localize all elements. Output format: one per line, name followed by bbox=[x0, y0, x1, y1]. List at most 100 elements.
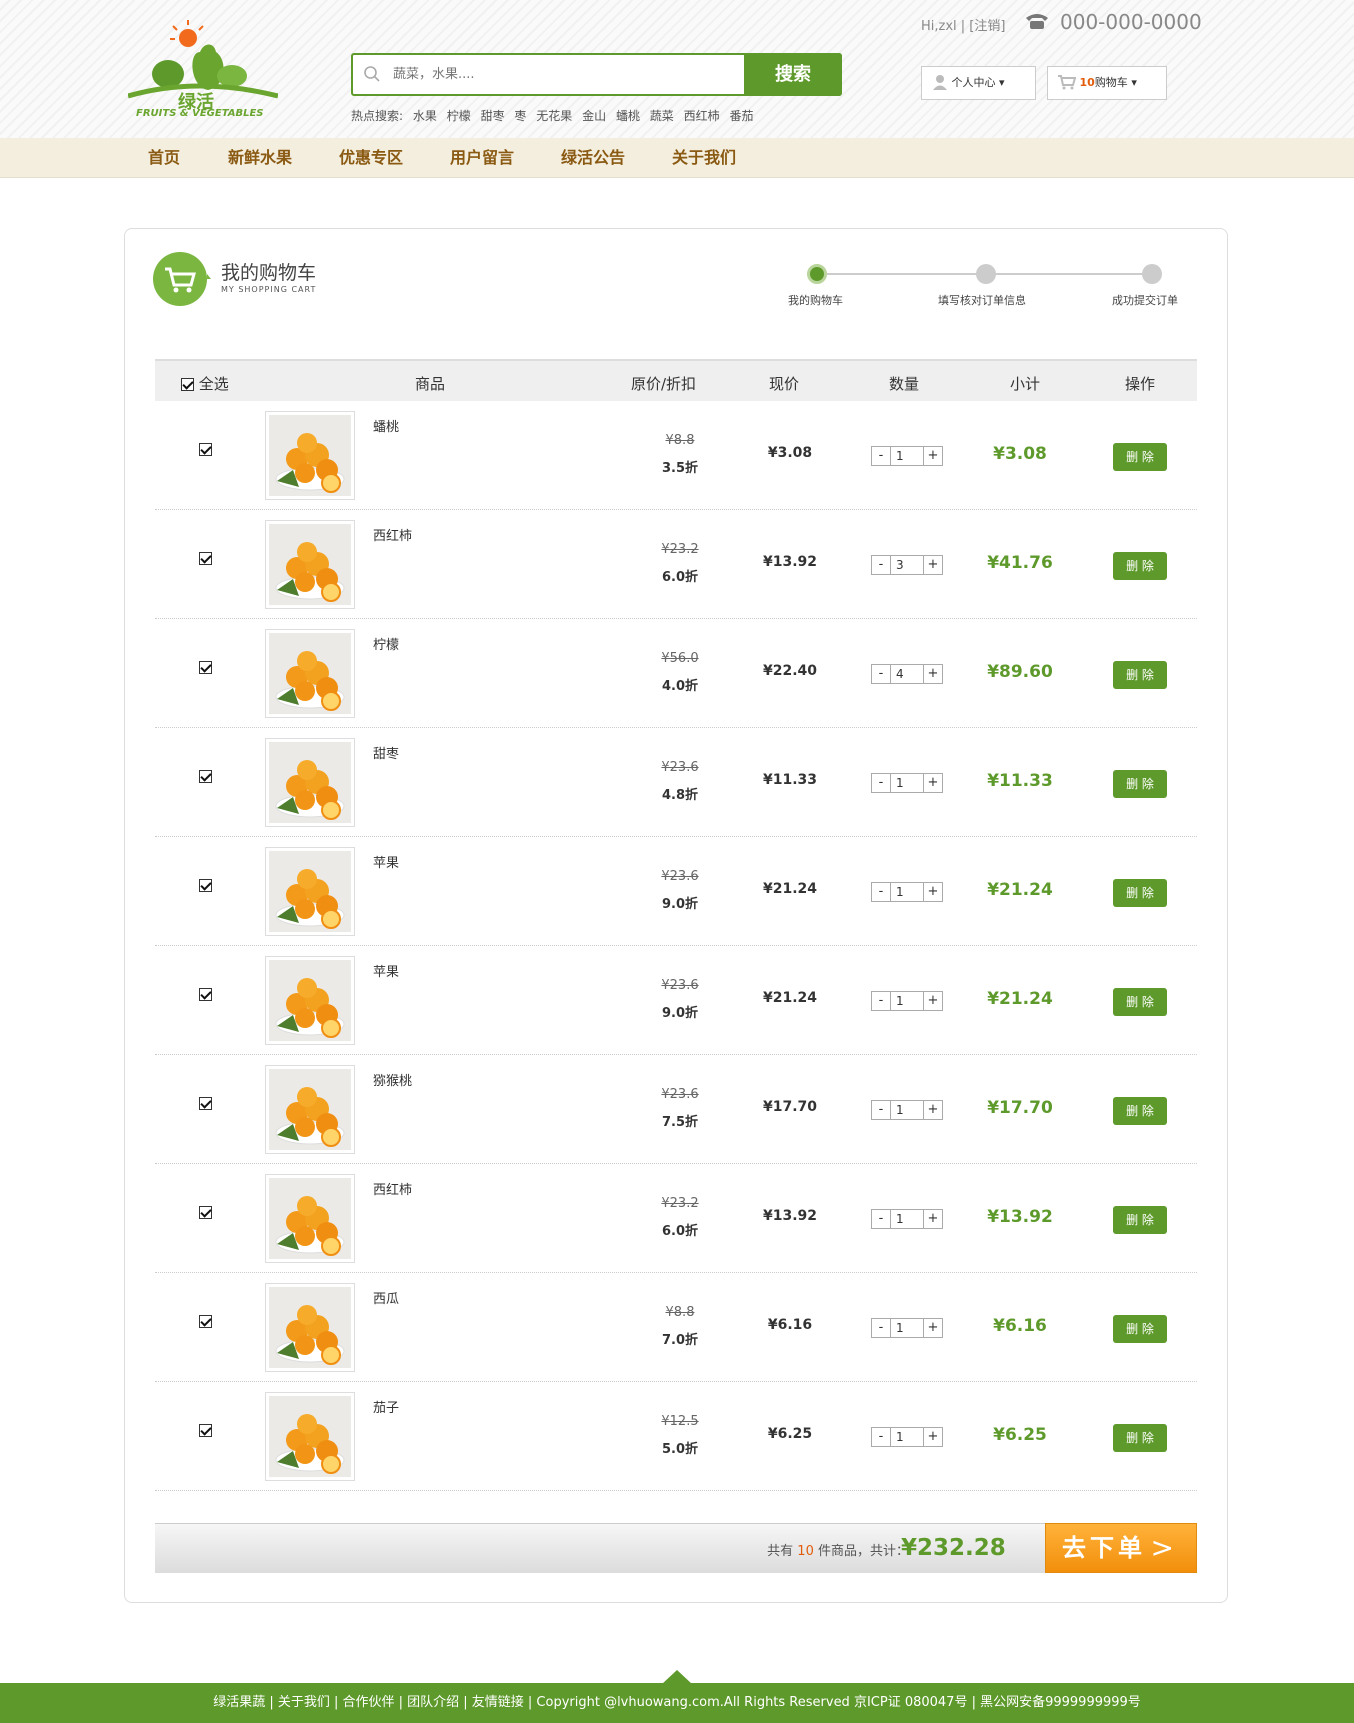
current-price: ¥17.70 bbox=[762, 1099, 818, 1115]
qty-input[interactable]: 3 bbox=[891, 555, 923, 575]
qty-increase-button[interactable]: + bbox=[923, 555, 943, 575]
place-order-button[interactable]: 去下单 > bbox=[1045, 1523, 1197, 1573]
cart-item-row: 西红柿 ¥23.2 6.0折 ¥13.92 -1 + ¥13.92 删 除 bbox=[155, 1164, 1197, 1273]
item-checkbox[interactable] bbox=[199, 661, 212, 674]
hot-term[interactable]: 西红柿 bbox=[684, 109, 720, 123]
product-name[interactable]: 西瓜 bbox=[373, 1288, 399, 1307]
hot-term[interactable]: 蔬菜 bbox=[650, 109, 674, 123]
nav-announcements[interactable]: 绿活公告 bbox=[561, 138, 625, 178]
qty-increase-button[interactable]: + bbox=[923, 991, 943, 1011]
item-checkbox[interactable] bbox=[199, 770, 212, 783]
qty-increase-button[interactable]: + bbox=[923, 1209, 943, 1229]
item-checkbox[interactable] bbox=[199, 1315, 212, 1328]
delete-button[interactable]: 删 除 bbox=[1113, 552, 1167, 580]
product-thumbnail[interactable] bbox=[265, 1174, 355, 1263]
select-all-checkbox[interactable] bbox=[181, 378, 194, 391]
item-checkbox[interactable] bbox=[199, 1206, 212, 1219]
hot-term[interactable]: 无花果 bbox=[536, 109, 572, 123]
qty-increase-button[interactable]: + bbox=[923, 446, 943, 466]
hot-term[interactable]: 水果 bbox=[413, 109, 437, 123]
product-thumbnail[interactable] bbox=[265, 520, 355, 609]
delete-button[interactable]: 删 除 bbox=[1113, 443, 1167, 471]
product-name[interactable]: 西红柿 bbox=[373, 1179, 412, 1198]
product-name[interactable]: 甜枣 bbox=[373, 743, 399, 762]
hot-term[interactable]: 番茄 bbox=[729, 109, 753, 123]
qty-decrease-button[interactable]: - bbox=[871, 882, 891, 902]
qty-decrease-button[interactable]: - bbox=[871, 664, 891, 684]
delete-button[interactable]: 删 除 bbox=[1113, 988, 1167, 1016]
search-button[interactable]: 搜索 bbox=[744, 53, 842, 96]
hot-term[interactable]: 甜枣 bbox=[481, 109, 505, 123]
nav-messages[interactable]: 用户留言 bbox=[450, 138, 514, 178]
delete-button[interactable]: 删 除 bbox=[1113, 879, 1167, 907]
qty-input[interactable]: 1 bbox=[891, 1209, 923, 1229]
item-checkbox[interactable] bbox=[199, 988, 212, 1001]
select-all[interactable]: 全选 bbox=[181, 373, 229, 394]
qty-input[interactable]: 1 bbox=[891, 773, 923, 793]
product-name[interactable]: 苹果 bbox=[373, 852, 399, 871]
nav-about[interactable]: 关于我们 bbox=[672, 138, 736, 178]
delete-button[interactable]: 删 除 bbox=[1113, 661, 1167, 689]
product-thumbnail[interactable] bbox=[265, 1283, 355, 1372]
qty-decrease-button[interactable]: - bbox=[871, 1100, 891, 1120]
product-name[interactable]: 苹果 bbox=[373, 961, 399, 980]
qty-decrease-button[interactable]: - bbox=[871, 991, 891, 1011]
qty-decrease-button[interactable]: - bbox=[871, 1318, 891, 1338]
qty-increase-button[interactable]: + bbox=[923, 1100, 943, 1120]
item-checkbox[interactable] bbox=[199, 443, 212, 456]
delete-button[interactable]: 删 除 bbox=[1113, 770, 1167, 798]
hot-term[interactable]: 金山 bbox=[582, 109, 606, 123]
qty-increase-button[interactable]: + bbox=[923, 773, 943, 793]
delete-button[interactable]: 删 除 bbox=[1113, 1097, 1167, 1125]
item-checkbox[interactable] bbox=[199, 879, 212, 892]
product-name[interactable]: 柠檬 bbox=[373, 634, 399, 653]
qty-input[interactable]: 4 bbox=[891, 664, 923, 684]
search-input[interactable] bbox=[393, 55, 693, 94]
delete-button[interactable]: 删 除 bbox=[1113, 1206, 1167, 1234]
item-checkbox[interactable] bbox=[199, 1424, 212, 1437]
qty-increase-button[interactable]: + bbox=[923, 1318, 943, 1338]
product-thumbnail[interactable] bbox=[265, 1392, 355, 1481]
qty-input[interactable]: 1 bbox=[891, 991, 923, 1011]
item-checkbox[interactable] bbox=[199, 1097, 212, 1110]
qty-increase-button[interactable]: + bbox=[923, 882, 943, 902]
qty-input[interactable]: 1 bbox=[891, 1100, 923, 1120]
qty-decrease-button[interactable]: - bbox=[871, 1427, 891, 1447]
product-thumbnail[interactable] bbox=[265, 629, 355, 718]
qty-decrease-button[interactable]: - bbox=[871, 1209, 891, 1229]
item-checkbox[interactable] bbox=[199, 552, 212, 565]
user-center-dropdown[interactable]: 个人中心 ▾ bbox=[921, 66, 1036, 100]
nav-fresh-fruit[interactable]: 新鲜水果 bbox=[228, 138, 292, 178]
product-thumbnail[interactable] bbox=[265, 738, 355, 827]
qty-input[interactable]: 1 bbox=[891, 1318, 923, 1338]
hot-term[interactable]: 柠檬 bbox=[447, 109, 471, 123]
qty-input[interactable]: 1 bbox=[891, 882, 923, 902]
product-name[interactable]: 茄子 bbox=[373, 1397, 399, 1416]
qty-increase-button[interactable]: + bbox=[923, 1427, 943, 1447]
cart-table-header: 全选 商品 原价/折扣 现价 数量 小计 操作 bbox=[155, 359, 1197, 401]
cart-dropdown[interactable]: 10购物车 ▾ bbox=[1047, 66, 1167, 100]
user-greeting[interactable]: Hi,zxl | [注销] bbox=[921, 15, 1005, 34]
product-thumbnail[interactable] bbox=[265, 411, 355, 500]
qty-input[interactable]: 1 bbox=[891, 446, 923, 466]
delete-button[interactable]: 删 除 bbox=[1113, 1424, 1167, 1452]
qty-decrease-button[interactable]: - bbox=[871, 773, 891, 793]
cart-item-row: 甜枣 ¥23.6 4.8折 ¥11.33 -1 + ¥11.33 删 除 bbox=[155, 728, 1197, 837]
site-logo[interactable]: 绿活 FRUITS & VEGETABLES bbox=[127, 12, 279, 126]
product-name[interactable]: 西红柿 bbox=[373, 525, 412, 544]
qty-decrease-button[interactable]: - bbox=[871, 446, 891, 466]
qty-decrease-button[interactable]: - bbox=[871, 555, 891, 575]
current-price: ¥21.24 bbox=[762, 881, 818, 897]
product-name[interactable]: 猕猴桃 bbox=[373, 1070, 412, 1089]
hot-term[interactable]: 蟠桃 bbox=[616, 109, 640, 123]
product-thumbnail[interactable] bbox=[265, 956, 355, 1045]
product-thumbnail[interactable] bbox=[265, 1065, 355, 1154]
product-thumbnail[interactable] bbox=[265, 847, 355, 936]
qty-input[interactable]: 1 bbox=[891, 1427, 923, 1447]
qty-increase-button[interactable]: + bbox=[923, 664, 943, 684]
product-name[interactable]: 蟠桃 bbox=[373, 416, 399, 435]
nav-home[interactable]: 首页 bbox=[148, 138, 180, 178]
hot-term[interactable]: 枣 bbox=[514, 109, 526, 123]
delete-button[interactable]: 删 除 bbox=[1113, 1315, 1167, 1343]
nav-deals[interactable]: 优惠专区 bbox=[339, 138, 403, 178]
